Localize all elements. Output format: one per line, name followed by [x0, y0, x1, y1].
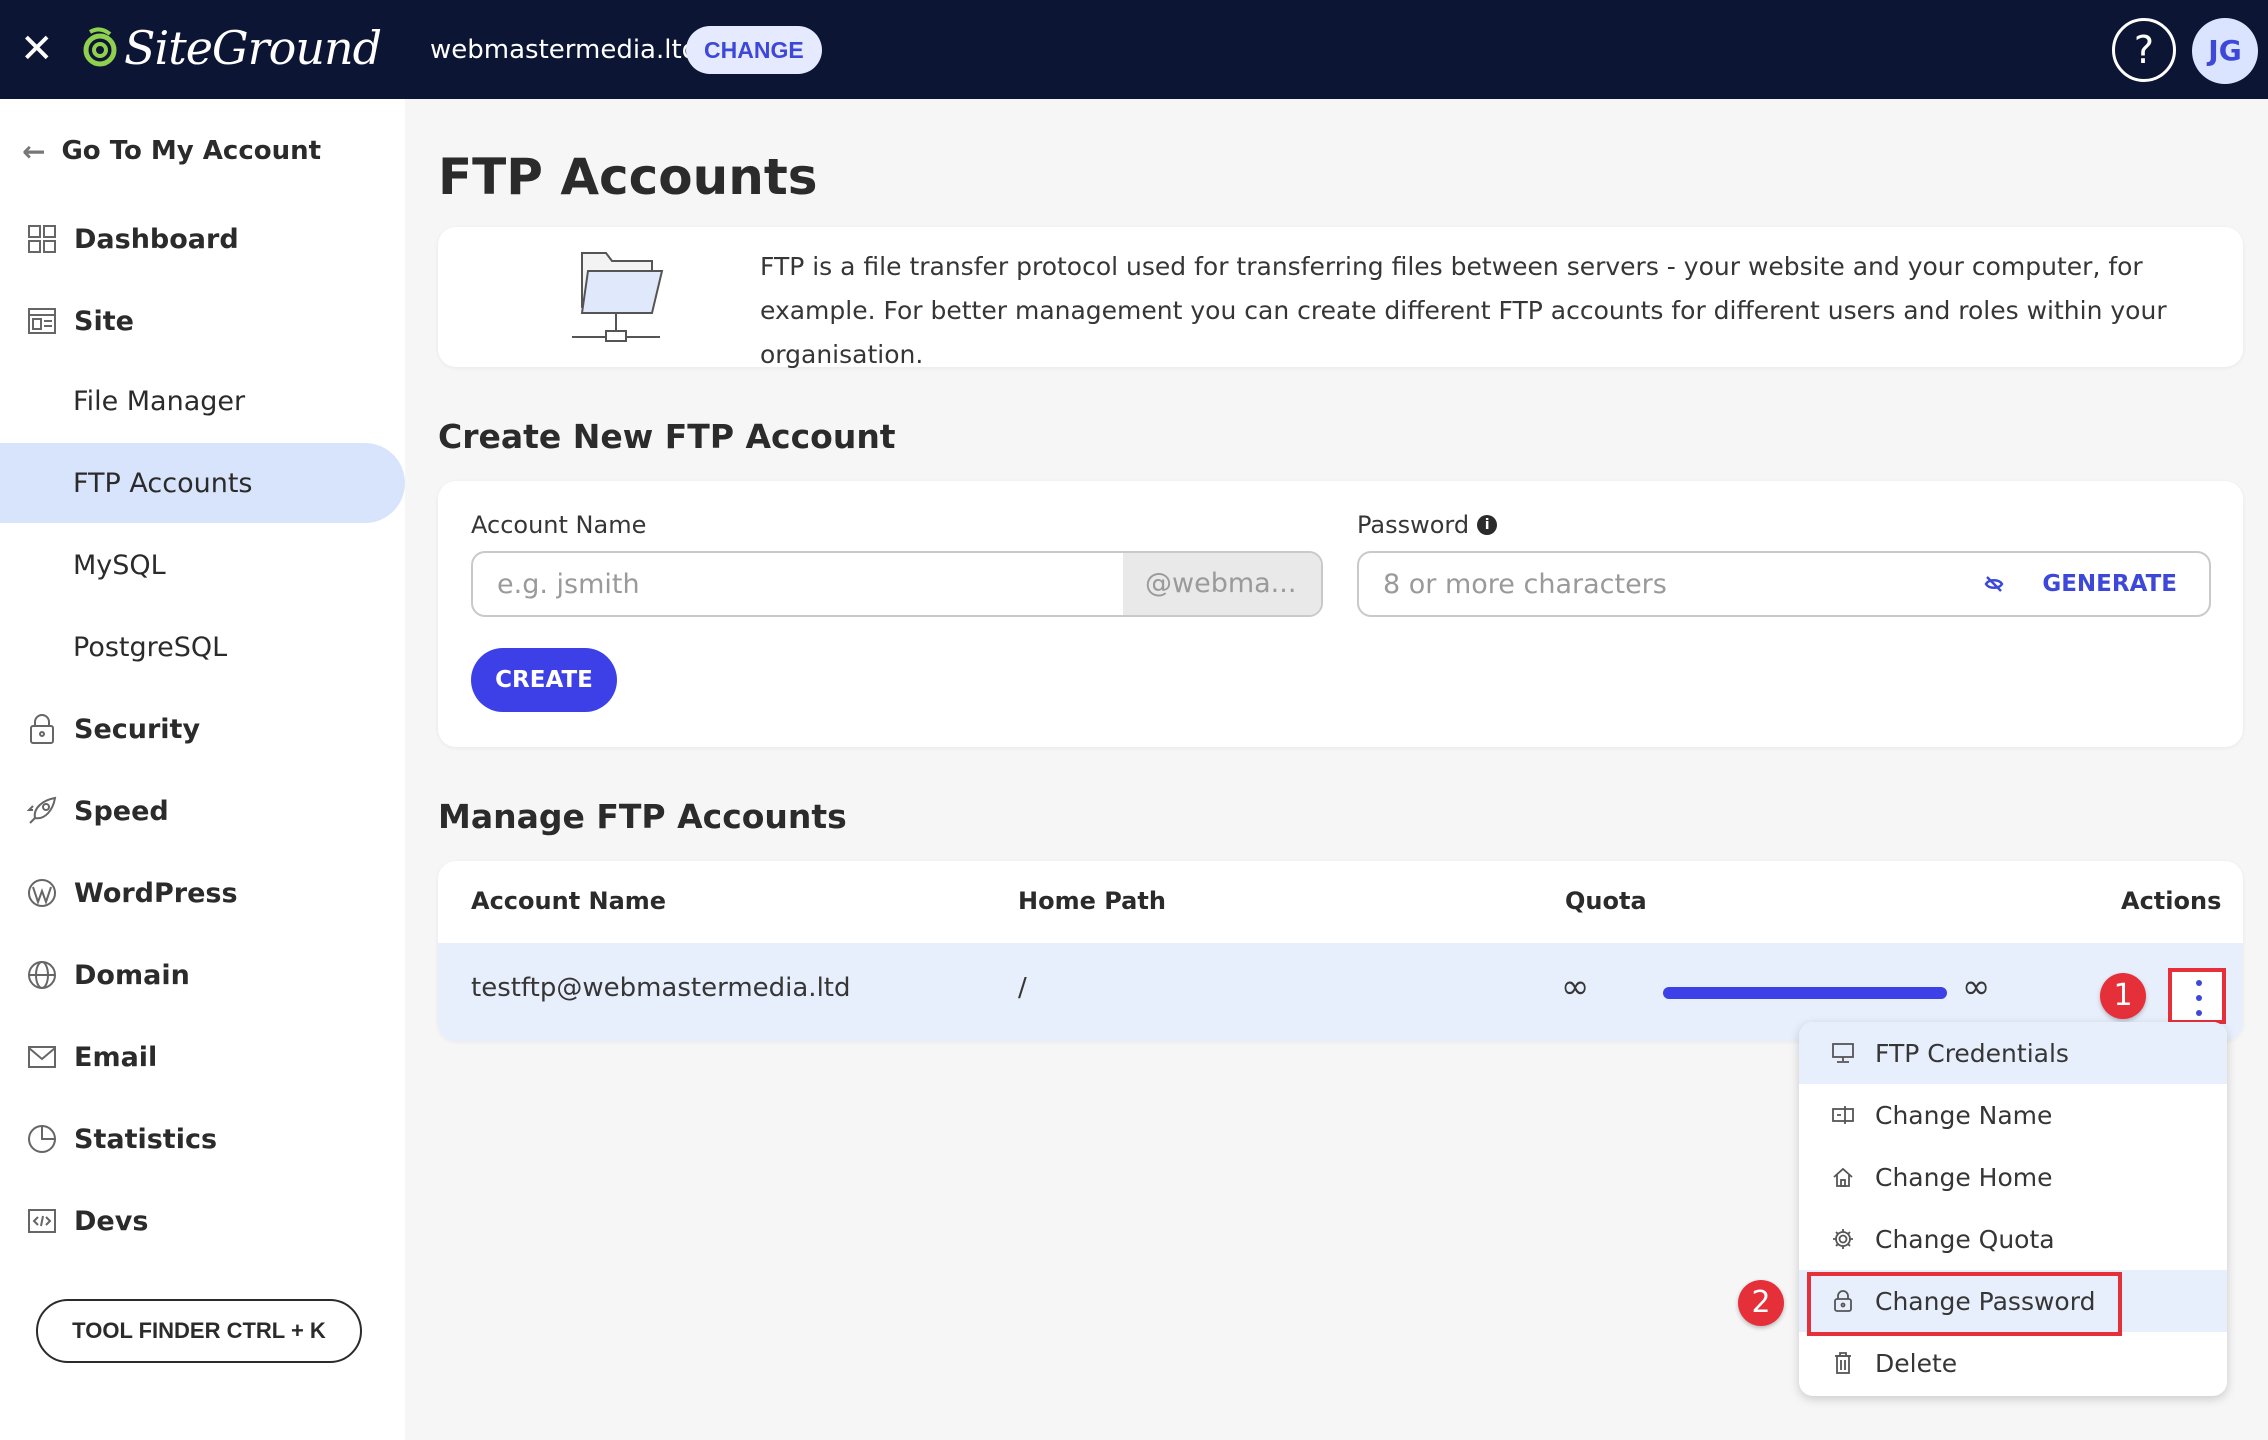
kebab-icon: [2194, 980, 2204, 1016]
top-bar: ✕ SiteGround webmastermedia.ltd CHANGE ?…: [0, 0, 2268, 99]
lock-icon: [24, 711, 60, 747]
logo-swirl-icon: [83, 27, 117, 67]
sidebar-item-domain[interactable]: Domain: [0, 935, 405, 1015]
column-header-account-name: Account Name: [471, 887, 667, 915]
rocket-icon: [24, 793, 60, 829]
code-icon: [24, 1203, 60, 1239]
sidebar-item-wordpress[interactable]: WordPress: [0, 853, 405, 933]
sidebar-item-label: Dashboard: [74, 223, 239, 255]
account-name-input[interactable]: [473, 553, 1123, 615]
go-to-my-account-link[interactable]: ← Go To My Account: [22, 131, 321, 171]
sidebar-item-label: WordPress: [74, 877, 238, 909]
create-section-title: Create New FTP Account: [438, 417, 896, 456]
sidebar-item-label: Email: [74, 1041, 158, 1073]
logo-text: SiteGround: [124, 21, 382, 75]
globe-icon: [24, 957, 60, 993]
home-path-cell: /: [1018, 973, 1027, 1003]
password-field-wrap: GENERATE: [1357, 551, 2211, 617]
account-name-label: Account Name: [471, 511, 647, 539]
close-icon[interactable]: ✕: [20, 28, 54, 70]
pie-chart-icon: [24, 1121, 60, 1157]
menu-item-label: Change Home: [1875, 1162, 2053, 1192]
sidebar-item-devs[interactable]: Devs: [0, 1181, 405, 1261]
menu-item-label: Delete: [1875, 1348, 1958, 1378]
menu-item-label: Change Quota: [1875, 1224, 2055, 1254]
menu-item-label: Change Name: [1875, 1100, 2053, 1130]
gear-icon: [1830, 1226, 1856, 1252]
quota-total-value: ∞: [1962, 967, 1991, 1007]
sidebar-item-label: Statistics: [74, 1123, 218, 1155]
sidebar-item-label: Domain: [74, 959, 190, 991]
annotation-badge-1: 1: [2100, 973, 2146, 1019]
generate-password-button[interactable]: GENERATE: [2042, 571, 2177, 597]
sidebar-item-label: Security: [74, 713, 201, 745]
change-site-button[interactable]: CHANGE: [686, 26, 822, 74]
sidebar-item-speed[interactable]: Speed: [0, 771, 405, 851]
menu-item-change-quota[interactable]: Change Quota: [1799, 1208, 2227, 1270]
menu-item-delete[interactable]: Delete: [1799, 1332, 2227, 1394]
sidebar-item-ftp-accounts[interactable]: FTP Accounts: [0, 443, 405, 523]
envelope-icon: [24, 1039, 60, 1075]
sidebar-item-label: FTP Accounts: [73, 467, 253, 499]
sidebar-item-mysql[interactable]: MySQL: [0, 525, 405, 605]
page-title: FTP Accounts: [438, 148, 818, 206]
tool-finder-button[interactable]: TOOL FINDER CTRL + K: [36, 1299, 362, 1363]
rename-icon: [1830, 1102, 1856, 1128]
sidebar: ← Go To My Account Dashboard Site File M…: [0, 99, 405, 1440]
sidebar-item-label: Devs: [74, 1205, 149, 1237]
column-header-home-path: Home Path: [1018, 887, 1166, 915]
folder-network-icon: [568, 247, 678, 347]
annotation-highlight-change-password: [1807, 1272, 2122, 1336]
arrow-left-icon: ←: [22, 134, 46, 168]
info-icon[interactable]: i: [1477, 515, 1498, 535]
actions-dropdown-menu: FTP Credentials Change Name Change Home …: [1799, 1022, 2227, 1396]
account-name-cell: testftp@webmastermedia.ltd: [471, 973, 851, 1003]
back-link-label: Go To My Account: [61, 136, 322, 166]
sidebar-item-site[interactable]: Site: [0, 281, 405, 361]
avatar[interactable]: JG: [2192, 18, 2258, 84]
sidebar-item-label: File Manager: [73, 385, 246, 417]
trash-icon: [1830, 1350, 1856, 1376]
home-icon: [1830, 1164, 1856, 1190]
password-label-wrap: Password i: [1357, 511, 1498, 539]
password-input[interactable]: [1359, 553, 1979, 615]
sidebar-item-label: MySQL: [73, 549, 166, 581]
sidebar-item-security[interactable]: Security: [0, 689, 405, 769]
help-icon[interactable]: ?: [2112, 18, 2176, 82]
column-header-actions: Actions: [2121, 887, 2222, 915]
account-name-field-wrap: @webma...: [471, 551, 1323, 617]
ftp-accounts-table: Account Name Home Path Quota Actions tes…: [438, 861, 2243, 1041]
manage-section-title: Manage FTP Accounts: [438, 797, 847, 836]
quota-used-value: ∞: [1561, 967, 1590, 1007]
siteground-logo[interactable]: SiteGround: [82, 18, 382, 78]
wordpress-icon: [24, 875, 60, 911]
sidebar-item-file-manager[interactable]: File Manager: [0, 361, 405, 441]
menu-item-change-home[interactable]: Change Home: [1799, 1146, 2227, 1208]
annotation-badge-2: 2: [1738, 1280, 1784, 1326]
intro-card: FTP is a file transfer protocol used for…: [438, 227, 2243, 369]
sidebar-item-email[interactable]: Email: [0, 1017, 405, 1097]
site-icon: [24, 303, 60, 339]
menu-item-label: FTP Credentials: [1875, 1038, 2069, 1068]
monitor-icon: [1830, 1040, 1856, 1066]
domain-suffix: @webma...: [1123, 553, 1321, 615]
sidebar-item-dashboard[interactable]: Dashboard: [0, 199, 405, 279]
quota-progress-bar: [1663, 987, 1947, 999]
sidebar-item-postgresql[interactable]: PostgreSQL: [0, 607, 405, 687]
intro-text: FTP is a file transfer protocol used for…: [760, 252, 2167, 369]
menu-item-ftp-credentials[interactable]: FTP Credentials: [1799, 1022, 2227, 1084]
create-button[interactable]: CREATE: [471, 648, 617, 712]
dashboard-icon: [24, 221, 60, 257]
actions-menu-button[interactable]: [2168, 968, 2226, 1024]
eye-off-icon[interactable]: [1978, 568, 2010, 600]
sidebar-item-label: Site: [74, 305, 134, 337]
column-header-quota: Quota: [1565, 887, 1647, 915]
menu-item-change-name[interactable]: Change Name: [1799, 1084, 2227, 1146]
sidebar-item-label: Speed: [74, 795, 169, 827]
create-ftp-form: Account Name @webma... Password i GENERA…: [438, 481, 2243, 747]
sidebar-item-label: PostgreSQL: [73, 631, 228, 663]
password-label: Password: [1357, 511, 1470, 539]
sidebar-item-statistics[interactable]: Statistics: [0, 1099, 405, 1179]
site-domain: webmastermedia.ltd: [430, 35, 699, 65]
